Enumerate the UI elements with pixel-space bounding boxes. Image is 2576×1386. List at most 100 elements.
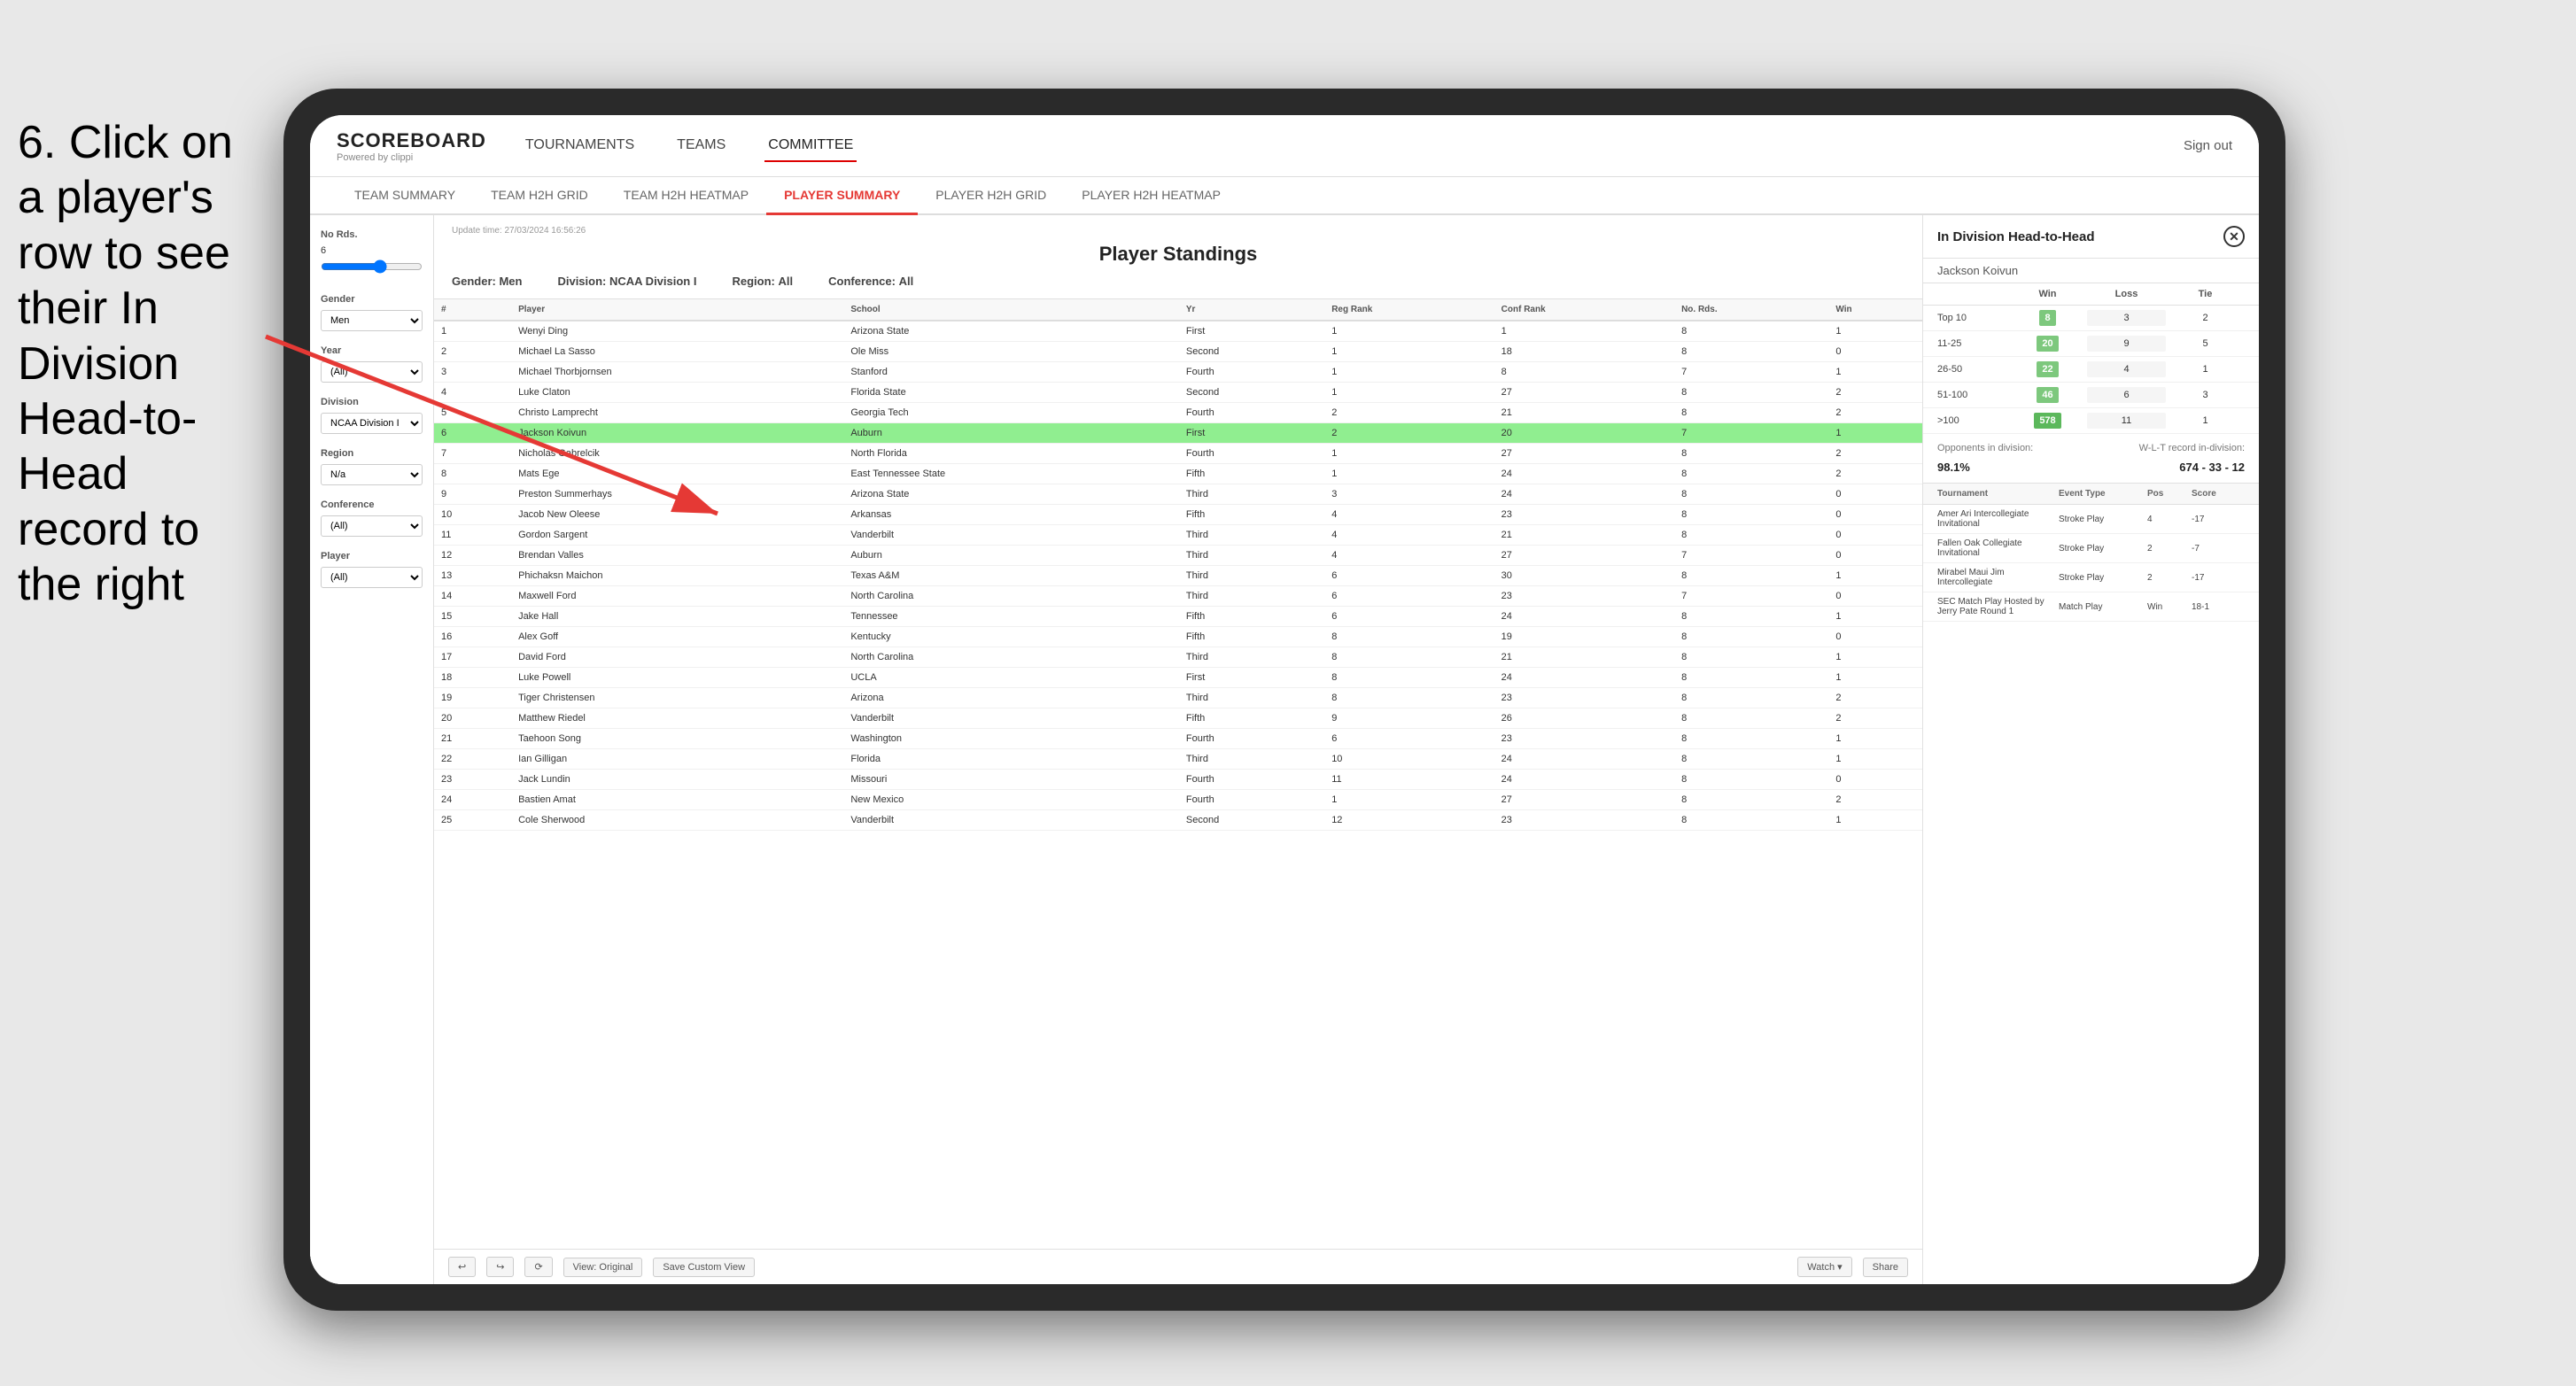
- tournament-name: Mirabel Maui Jim Intercollegiate: [1937, 568, 2059, 587]
- share-btn[interactable]: Share: [1863, 1258, 1908, 1277]
- standings-title: Player Standings: [452, 243, 1905, 266]
- table-row[interactable]: 25 Cole Sherwood Vanderbilt Second 12 23…: [434, 810, 1922, 831]
- table-row[interactable]: 5 Christo Lamprecht Georgia Tech Fourth …: [434, 403, 1922, 423]
- cell-school: Auburn: [843, 546, 1179, 566]
- sub-nav-team-h2h-heatmap[interactable]: TEAM H2H HEATMAP: [606, 177, 766, 215]
- table-row[interactable]: 4 Luke Claton Florida State Second 1 27 …: [434, 383, 1922, 403]
- sub-nav-player-h2h-grid[interactable]: PLAYER H2H GRID: [918, 177, 1064, 215]
- conference-select[interactable]: (All): [321, 515, 423, 537]
- refresh-btn[interactable]: ⟳: [524, 1257, 552, 1277]
- sub-nav-player-summary[interactable]: PLAYER SUMMARY: [766, 177, 918, 215]
- cell-reg-rank: 8: [1324, 647, 1494, 668]
- cell-no-rds: 8: [1674, 383, 1828, 403]
- sub-nav-team-h2h-grid[interactable]: TEAM H2H GRID: [473, 177, 606, 215]
- cell-reg-rank: 11: [1324, 770, 1494, 790]
- no-rds-section: No Rds. 6: [321, 229, 423, 280]
- cell-no-rds: 8: [1674, 505, 1828, 525]
- table-row[interactable]: 17 David Ford North Carolina Third 8 21 …: [434, 647, 1922, 668]
- gender-select[interactable]: Men: [321, 310, 423, 331]
- table-row[interactable]: 3 Michael Thorbjornsen Stanford Fourth 1…: [434, 362, 1922, 383]
- nav-items: TOURNAMENTS TEAMS COMMITTEE: [522, 130, 2148, 162]
- cell-win: 1: [1828, 321, 1922, 342]
- cell-reg-rank: 1: [1324, 342, 1494, 362]
- cell-reg-rank: 6: [1324, 586, 1494, 607]
- watch-btn[interactable]: Watch ▾: [1797, 1257, 1851, 1277]
- year-label: Year: [321, 345, 423, 356]
- cell-player: Tiger Christensen: [511, 688, 843, 708]
- region-select[interactable]: N/a: [321, 464, 423, 485]
- col-win: Win: [1828, 299, 1922, 321]
- player-select[interactable]: (All): [321, 567, 423, 588]
- cell-yr: Third: [1179, 566, 1324, 586]
- tournament-row: SEC Match Play Hosted by Jerry Pate Roun…: [1923, 592, 2259, 622]
- table-row[interactable]: 16 Alex Goff Kentucky Fifth 8 19 8 0: [434, 627, 1922, 647]
- cell-school: Georgia Tech: [843, 403, 1179, 423]
- cell-school: Arizona: [843, 688, 1179, 708]
- cell-school: Washington: [843, 729, 1179, 749]
- nav-teams[interactable]: TEAMS: [673, 130, 729, 162]
- cell-school: Arizona State: [843, 321, 1179, 342]
- table-row[interactable]: 20 Matthew Riedel Vanderbilt Fifth 9 26 …: [434, 708, 1922, 729]
- table-row[interactable]: 24 Bastien Amat New Mexico Fourth 1 27 8…: [434, 790, 1922, 810]
- h2h-range: >100: [1937, 415, 2008, 426]
- table-container: # Player School Yr Reg Rank Conf Rank No…: [434, 299, 1922, 1249]
- cell-rank: 9: [434, 484, 511, 505]
- cell-school: Missouri: [843, 770, 1179, 790]
- nav-committee[interactable]: COMMITTEE: [764, 130, 857, 162]
- table-row[interactable]: 18 Luke Powell UCLA First 8 24 8 1: [434, 668, 1922, 688]
- table-row[interactable]: 7 Nicholas Gabrelcik North Florida Fourt…: [434, 444, 1922, 464]
- close-h2h-btn[interactable]: ✕: [2223, 226, 2245, 247]
- table-row[interactable]: 9 Preston Summerhays Arizona State Third…: [434, 484, 1922, 505]
- table-row[interactable]: 23 Jack Lundin Missouri Fourth 11 24 8 0: [434, 770, 1922, 790]
- cell-conf-rank: 24: [1494, 607, 1674, 627]
- redo-btn[interactable]: ↪: [486, 1257, 514, 1277]
- table-row[interactable]: 6 Jackson Koivun Auburn First 2 20 7 1: [434, 423, 1922, 444]
- cell-no-rds: 8: [1674, 484, 1828, 505]
- undo-btn[interactable]: ↩: [448, 1257, 476, 1277]
- table-row[interactable]: 1 Wenyi Ding Arizona State First 1 1 8 1: [434, 321, 1922, 342]
- cell-rank: 4: [434, 383, 511, 403]
- year-select[interactable]: (All): [321, 361, 423, 383]
- cell-conf-rank: 8: [1494, 362, 1674, 383]
- table-row[interactable]: 19 Tiger Christensen Arizona Third 8 23 …: [434, 688, 1922, 708]
- table-row[interactable]: 11 Gordon Sargent Vanderbilt Third 4 21 …: [434, 525, 1922, 546]
- table-row[interactable]: 8 Mats Ege East Tennessee State Fifth 1 …: [434, 464, 1922, 484]
- tournament-pos: 2: [2147, 573, 2192, 583]
- cell-no-rds: 8: [1674, 464, 1828, 484]
- table-row[interactable]: 15 Jake Hall Tennessee Fifth 6 24 8 1: [434, 607, 1922, 627]
- view-original-btn[interactable]: View: Original: [563, 1258, 643, 1277]
- cell-rank: 5: [434, 403, 511, 423]
- table-row[interactable]: 2 Michael La Sasso Ole Miss Second 1 18 …: [434, 342, 1922, 362]
- cell-rank: 18: [434, 668, 511, 688]
- table-header-row: # Player School Yr Reg Rank Conf Rank No…: [434, 299, 1922, 321]
- table-row[interactable]: 13 Phichaksn Maichon Texas A&M Third 6 3…: [434, 566, 1922, 586]
- division-select[interactable]: NCAA Division I: [321, 413, 423, 434]
- table-row[interactable]: 21 Taehoon Song Washington Fourth 6 23 8…: [434, 729, 1922, 749]
- cell-school: Vanderbilt: [843, 810, 1179, 831]
- sub-nav-team-summary[interactable]: TEAM SUMMARY: [337, 177, 473, 215]
- cell-player: Taehoon Song: [511, 729, 843, 749]
- slider-container: [321, 256, 423, 280]
- sign-out-link[interactable]: Sign out: [2184, 138, 2232, 153]
- save-custom-btn[interactable]: Save Custom View: [653, 1258, 755, 1277]
- table-row[interactable]: 22 Ian Gilligan Florida Third 10 24 8 1: [434, 749, 1922, 770]
- col-no-rds: No. Rds.: [1674, 299, 1828, 321]
- cell-reg-rank: 1: [1324, 464, 1494, 484]
- cell-player: Preston Summerhays: [511, 484, 843, 505]
- cell-reg-rank: 8: [1324, 627, 1494, 647]
- cell-yr: Fourth: [1179, 790, 1324, 810]
- cell-conf-rank: 24: [1494, 770, 1674, 790]
- cell-yr: Fourth: [1179, 362, 1324, 383]
- sub-nav-player-h2h-heatmap[interactable]: PLAYER H2H HEATMAP: [1064, 177, 1238, 215]
- table-row[interactable]: 10 Jacob New Oleese Arkansas Fifth 4 23 …: [434, 505, 1922, 525]
- no-rds-slider[interactable]: [321, 259, 423, 274]
- tournament-header: Tournament Event Type Pos Score: [1923, 484, 2259, 505]
- table-row[interactable]: 12 Brendan Valles Auburn Third 4 27 7 0: [434, 546, 1922, 566]
- cell-school: Ole Miss: [843, 342, 1179, 362]
- region-filter: Region N/a: [321, 448, 423, 485]
- tournament-pos: 2: [2147, 544, 2192, 554]
- table-row[interactable]: 14 Maxwell Ford North Carolina Third 6 2…: [434, 586, 1922, 607]
- col-yr: Yr: [1179, 299, 1324, 321]
- nav-tournaments[interactable]: TOURNAMENTS: [522, 130, 638, 162]
- h2h-loss: 4: [2087, 361, 2166, 377]
